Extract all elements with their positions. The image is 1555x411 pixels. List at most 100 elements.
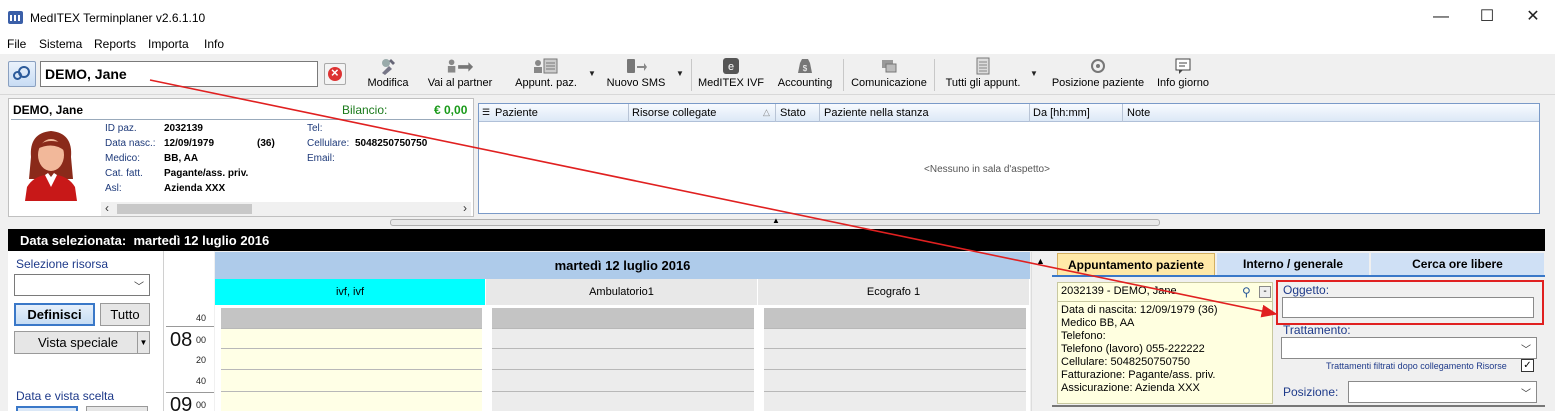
col-note[interactable]: Note [1127,107,1150,119]
comunicazione-button[interactable]: Comunicazione [848,55,930,95]
slot-line [492,328,754,329]
selected-date-bar: Data selezionata: martedì 12 luglio 2016 [8,229,1545,251]
info-giorno-button[interactable]: Info giorno [1155,55,1211,95]
slot-line [764,328,1026,329]
vista-speciale-button[interactable]: Vista speciale [14,331,142,354]
waiting-room-empty-text: <Nessuno in sala d'aspetto> [924,164,1050,175]
toolbar-separator [691,59,692,91]
scroll-right-icon[interactable]: › [463,201,467,215]
tab-cerca-ore-libere[interactable]: Cerca ore libere [1371,253,1544,275]
card-collapse-button[interactable]: - [1259,286,1271,298]
waiting-room-header: ☰ Paziente Risorse collegate △ Stato Paz… [479,104,1539,122]
card-search-icon[interactable]: ⚲ [1242,285,1251,299]
selected-date-value: martedì 12 luglio 2016 [133,233,270,248]
patient-info-scrollbar[interactable]: ‹ › [101,201,471,216]
resource-selection-label: Selezione risorsa [16,257,109,271]
col-paziente[interactable]: Paziente [495,107,538,119]
date-tab[interactable] [86,406,148,411]
menu-file[interactable]: File [7,37,26,51]
col-da[interactable]: Da [hh:mm] [1033,107,1090,119]
vai-al-partner-button[interactable]: Vai al partner [424,55,496,95]
patient-search-button[interactable] [8,61,36,87]
column-chooser-icon[interactable]: ☰ [482,107,490,118]
accounting-button[interactable]: $ Accounting [774,55,836,95]
scrollbar-thumb[interactable] [117,204,252,214]
filter-note: Trattamenti filtrati dopo collegamento R… [1326,361,1507,371]
balance-value: € 0,00 [434,103,468,117]
resource-select[interactable]: ﹀ [14,274,150,296]
posizione-label: Posizione: [1283,385,1339,399]
col-risorse-collegate[interactable]: Risorse collegate [632,107,716,119]
trattamento-select[interactable]: ﹀ [1281,337,1537,359]
oggetto-input[interactable] [1282,297,1534,318]
meditex-ivf-label: MedITEX IVF [697,77,765,89]
appunt-paz-label: Appunt. paz. [515,77,577,89]
scroll-up-icon[interactable]: ▲ [1036,256,1045,266]
comunicazione-label: Comunicazione [851,77,927,89]
posizione-paziente-button[interactable]: Posizione paziente [1047,55,1149,95]
tab-interno-generale[interactable]: Interno / generale [1217,253,1369,275]
blocked-slot [492,308,754,328]
vista-speciale-dropdown-icon[interactable]: ▼ [137,331,150,354]
patient-name: DEMO, Jane [13,103,84,117]
collapse-up-icon[interactable]: ▲ [772,216,780,225]
time-hour-value: 08 [170,329,193,351]
tutti-gli-appunt-button[interactable]: Tutti gli appunt. [943,55,1023,95]
tutti-gli-appunt-dropdown-icon[interactable]: ▼ [1030,69,1038,78]
oggetto-label: Oggetto: [1283,283,1330,297]
ivf-icon: e [723,58,739,74]
posizione-select[interactable]: ﹀ [1348,381,1537,403]
minimize-button[interactable]: — [1418,6,1464,30]
calendar-day-header[interactable]: martedì 12 luglio 2016 [215,252,1030,279]
card-line-mobile: Cellulare: 5048250750750 [1061,356,1191,368]
accounting-label: Accounting [777,77,833,89]
patient-search-input[interactable] [40,61,318,87]
tab-appuntamento-paziente[interactable]: Appuntamento paziente [1057,253,1215,275]
dob-label: Data nasc.: [105,138,156,149]
scroll-left-icon[interactable]: ‹ [105,201,109,215]
menu-sistema[interactable]: Sistema [39,37,82,51]
calendar-vertical-scrollbar[interactable]: ▲ [1031,252,1049,411]
appunt-paz-button[interactable]: Appunt. paz. [510,55,582,95]
title-bar: MedITEX Terminplaner v2.6.1.10 — ☐ ✕ [0,0,1555,34]
trattamento-label: Trattamento: [1283,323,1351,337]
slot-line [221,391,482,392]
appunt-paz-dropdown-icon[interactable]: ▼ [588,69,596,78]
definisci-button[interactable]: Definisci [14,303,95,326]
time-hour: 08 [170,329,192,352]
maximize-button[interactable]: ☐ [1464,6,1510,30]
col-stato[interactable]: Stato [780,107,806,119]
panel-splitter[interactable]: ▲ [390,216,1160,226]
resource-column-ambulatorio1[interactable]: Ambulatorio1 [486,279,758,305]
balance-label: Bilancio: [342,103,388,117]
modifica-button[interactable]: Modifica [362,55,414,95]
menu-reports[interactable]: Reports [94,37,136,51]
edit-icon [382,59,395,75]
resource-column-ecografo1[interactable]: Ecografo 1 [758,279,1030,305]
clear-search-button[interactable] [324,63,346,85]
modifica-label: Modifica [367,77,409,89]
communication-icon [882,60,897,73]
resource-column-ivf[interactable]: ivf, ivf [215,279,486,305]
filter-treatments-checkbox[interactable]: ✓ [1521,359,1534,372]
nuovo-sms-dropdown-icon[interactable]: ▼ [676,69,684,78]
close-button[interactable]: ✕ [1510,6,1555,30]
col-paziente-nella-stanza[interactable]: Paziente nella stanza [824,107,929,119]
calendar-column-ambulatorio1[interactable] [486,305,758,411]
tutti-gli-appunt-label: Tutti gli appunt. [945,77,1021,89]
column-separator [1122,104,1123,122]
calendar-column-ivf[interactable] [215,305,486,411]
time-hour-value: 09 [170,394,193,411]
patient-info-panel: DEMO, Jane Bilancio: € 0,00 ID paz. 2032… [8,98,474,217]
calendar-column-ecografo1[interactable] [758,305,1030,411]
menu-info[interactable]: Info [204,37,224,51]
toolbar-separator [934,59,935,91]
card-line-billing: Fatturazione: Pagante/ass. priv. [1061,369,1216,381]
tutto-button[interactable]: Tutto [100,303,150,326]
menu-importa[interactable]: Importa [148,37,189,51]
patient-id-label: ID paz. [105,123,137,134]
meditex-ivf-button[interactable]: e MedITEX IVF [697,55,765,95]
date-tab-active[interactable] [16,406,78,411]
slot-line [221,348,482,349]
nuovo-sms-button[interactable]: Nuovo SMS [605,55,667,95]
